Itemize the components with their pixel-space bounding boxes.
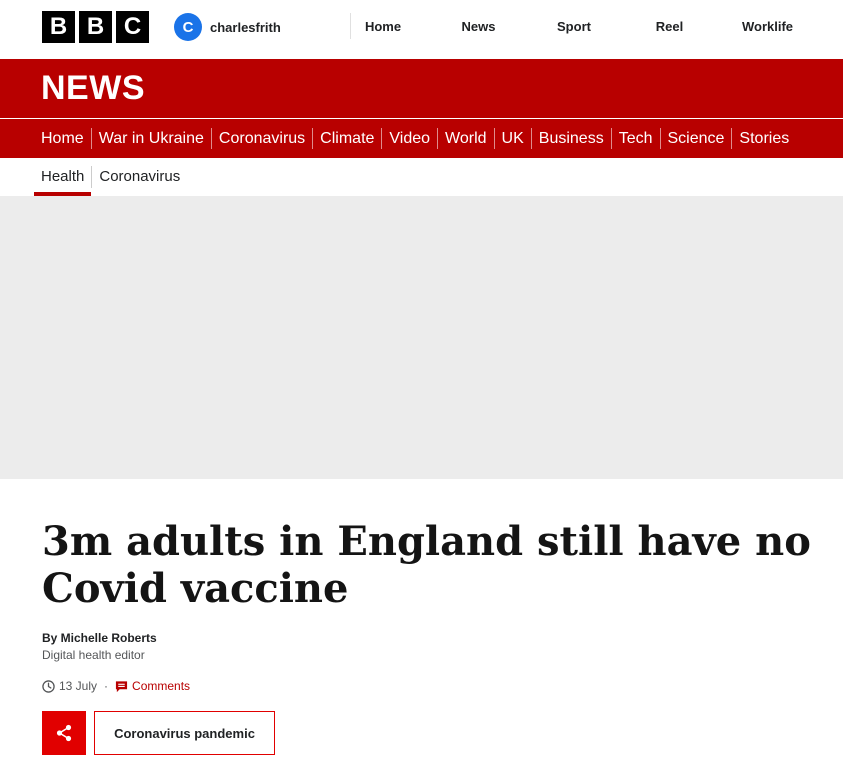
topic-tag-button[interactable]: Coronavirus pandemic: [94, 711, 275, 755]
author-name: By Michelle Roberts: [42, 631, 157, 645]
section-nav-video[interactable]: Video: [381, 128, 437, 149]
headline-line: Covid vaccine: [42, 565, 349, 612]
bbc-logo-letter: B: [42, 11, 75, 43]
sub-nav: Health Coronavirus: [0, 158, 843, 196]
section-nav: Home War in Ukraine Coronavirus Climate …: [0, 119, 843, 158]
bbc-logo-letter: B: [79, 11, 112, 43]
hero-image: [0, 196, 843, 479]
section-nav-climate[interactable]: Climate: [312, 128, 381, 149]
section-nav-tech[interactable]: Tech: [610, 128, 660, 149]
headline-line: 3m adults in England still have no: [42, 518, 811, 565]
sub-nav-health[interactable]: Health: [34, 158, 92, 196]
share-button[interactable]: [42, 711, 86, 755]
top-nav-news[interactable]: News: [415, 0, 542, 53]
top-nav-sport[interactable]: Sport: [542, 0, 606, 53]
top-nav-home[interactable]: Home: [351, 0, 415, 53]
section-nav-coronavirus[interactable]: Coronavirus: [210, 128, 312, 149]
account-link[interactable]: C charlesfrith: [174, 13, 281, 41]
section-nav-science[interactable]: Science: [659, 128, 732, 149]
comment-icon: [115, 680, 128, 692]
top-nav-reel[interactable]: Reel: [606, 0, 733, 53]
comments-label: Comments: [132, 679, 191, 693]
section-nav-stories[interactable]: Stories: [731, 128, 796, 149]
share-icon: [56, 724, 72, 742]
section-nav-home[interactable]: Home: [34, 128, 91, 149]
section-nav-war-in-ukraine[interactable]: War in Ukraine: [90, 128, 211, 149]
sub-nav-coronavirus[interactable]: Coronavirus: [92, 158, 187, 196]
publish-date: 13 July: [59, 679, 98, 693]
article-meta: 13 July · Comments: [42, 679, 190, 693]
bbc-top-bar: B B C C charlesfrith Home News Sport Ree…: [0, 0, 843, 59]
section-nav-uk[interactable]: UK: [493, 128, 531, 149]
clock-icon: [42, 679, 55, 693]
author-role: Digital health editor: [42, 648, 145, 662]
bbc-logo[interactable]: B B C: [42, 11, 149, 43]
news-banner: NEWS: [0, 59, 843, 118]
bbc-logo-letter: C: [116, 11, 149, 43]
news-logo[interactable]: NEWS: [41, 69, 145, 108]
avatar: C: [174, 13, 202, 41]
section-nav-business[interactable]: Business: [530, 128, 611, 149]
section-nav-world[interactable]: World: [437, 128, 494, 149]
meta-separator: ·: [104, 679, 109, 693]
top-nav-worklife[interactable]: Worklife: [733, 0, 802, 53]
article-headline: 3m adults in England still have no Covid…: [42, 518, 822, 612]
top-nav: Home News Sport Reel Worklife: [351, 0, 802, 53]
comments-link[interactable]: Comments: [115, 679, 190, 693]
account-username: charlesfrith: [210, 19, 281, 35]
